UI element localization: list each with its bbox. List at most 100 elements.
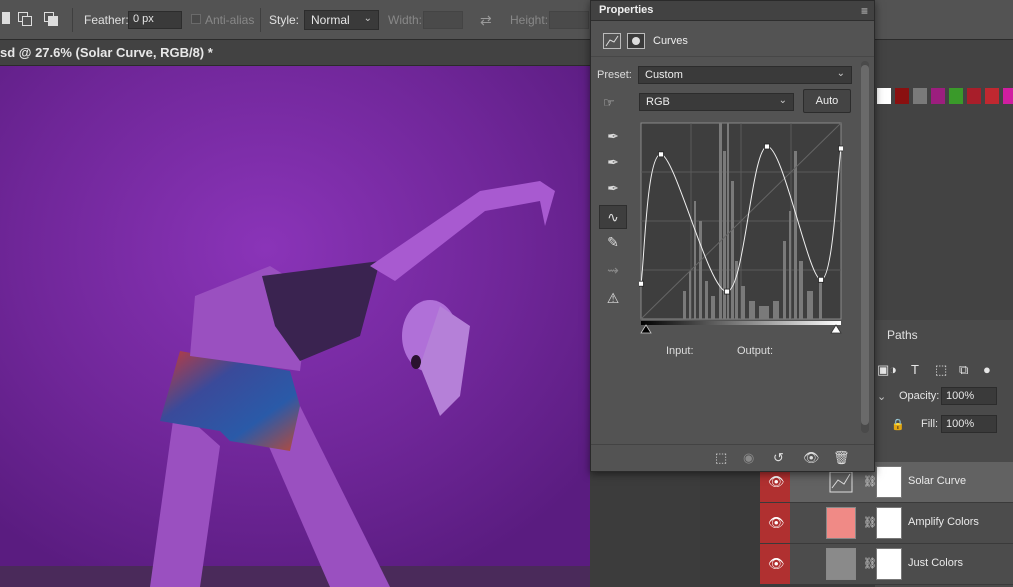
feather-label: Feather: — [84, 13, 129, 27]
canvas-image — [0, 66, 590, 587]
lock-pixels-icon[interactable]: ▣ — [877, 362, 889, 378]
output-label: Output: — [737, 345, 774, 357]
width-label: Width: — [388, 13, 423, 27]
layer-name: Just Colors — [908, 557, 964, 569]
channel-value: RGB — [646, 96, 670, 108]
layer-mask-thumbnail[interactable] — [876, 466, 902, 498]
mask-link-icon[interactable]: ⛓ — [863, 516, 877, 529]
mask-icon[interactable] — [627, 33, 645, 49]
type-filter-icon[interactable]: T — [911, 362, 919, 377]
swatch-crimson[interactable] — [985, 88, 999, 104]
mask-link-icon[interactable]: ⛓ — [863, 475, 877, 488]
layer-visibility-toggle[interactable]: 👁 — [760, 544, 790, 584]
eye-icon: 👁 — [768, 556, 785, 571]
layer-mask-thumbnail[interactable] — [876, 548, 902, 580]
adjustment-filter-icon[interactable]: ◑ — [889, 362, 897, 377]
reset-icon[interactable]: ↺ — [773, 450, 784, 466]
properties-scrollbar-thumb[interactable] — [861, 65, 869, 425]
gray-point-eyedropper-icon[interactable]: ✒ — [599, 151, 627, 175]
feather-input[interactable]: 0 px — [128, 11, 182, 29]
opacity-label: Opacity: — [899, 390, 940, 402]
right-panel-area — [875, 40, 1013, 320]
curve-control-point[interactable] — [818, 276, 824, 283]
document-title: sd @ 27.6% (Solar Curve, RGB/8) * — [0, 45, 213, 60]
view-previous-state-icon[interactable]: ◉ — [743, 450, 754, 466]
draw-pencil-icon[interactable]: ✎ — [599, 231, 627, 255]
curve-control-point[interactable] — [658, 151, 664, 158]
layer-mask-thumbnail[interactable] — [876, 507, 902, 539]
opacity-input[interactable]: 100% — [941, 387, 997, 405]
curves-icon[interactable] — [603, 33, 621, 49]
curve-control-point[interactable] — [764, 143, 770, 150]
curve-control-point[interactable] — [638, 280, 644, 287]
swatches-panel — [875, 84, 1013, 110]
height-input[interactable] — [549, 11, 589, 29]
layer-visibility-toggle[interactable]: 👁 — [760, 503, 790, 543]
swatch-white[interactable] — [877, 88, 891, 104]
chevron-down-icon: ⌄ — [363, 13, 372, 24]
properties-header[interactable]: Properties ≡ — [591, 1, 874, 21]
lock-all-icon[interactable]: 🔒 — [891, 418, 905, 431]
layer-row-just-colors[interactable]: 👁 ⛓ Just Colors — [760, 544, 1013, 585]
eye-icon: 👁 — [768, 515, 785, 530]
layer-name: Amplify Colors — [908, 516, 979, 528]
style-select-value: Normal — [311, 13, 350, 27]
swatch-magenta[interactable] — [931, 88, 945, 104]
fill-layer-thumbnail — [826, 507, 856, 539]
document-tab[interactable]: sd @ 27.6% (Solar Curve, RGB/8) * — [0, 40, 590, 66]
swatch-dark-red[interactable] — [895, 88, 909, 104]
fill-input[interactable]: 100% — [941, 415, 997, 433]
layer-name: Solar Curve — [908, 475, 967, 487]
layer-row-amplify-colors[interactable]: 👁 ⛓ Amplify Colors — [760, 503, 1013, 544]
swatch-pink[interactable] — [1003, 88, 1013, 104]
new-selection-icon[interactable] — [2, 12, 16, 26]
black-point-eyedropper-icon[interactable]: ✒ — [599, 125, 627, 149]
preset-select[interactable]: Custom ⌄ — [638, 66, 852, 84]
input-label: Input: — [666, 345, 694, 357]
fill-label: Fill: — [921, 418, 939, 430]
curve-control-point[interactable] — [724, 288, 730, 295]
mask-link-icon[interactable]: ⛓ — [863, 557, 877, 570]
white-point-slider[interactable] — [830, 324, 842, 334]
panel-menu-icon[interactable]: ≡ — [861, 4, 868, 18]
antialias-label: Anti-alias — [205, 13, 255, 27]
preset-label: Preset: — [597, 69, 632, 81]
clip-to-layer-icon[interactable]: ⬚ — [715, 450, 727, 466]
black-point-slider[interactable] — [640, 324, 652, 334]
eye-icon: 👁 — [768, 474, 785, 489]
antialias-checkbox[interactable] — [191, 14, 201, 24]
curve-control-point[interactable] — [838, 145, 844, 152]
target-adjustment-icon[interactable]: ☞ — [603, 95, 615, 111]
white-point-eyedropper-icon[interactable]: ✒ — [599, 177, 627, 201]
channel-select[interactable]: RGB ⌄ — [639, 93, 794, 111]
style-select[interactable]: Normal ⌄ — [304, 10, 379, 30]
properties-panel: Properties ≡ Curves Preset: Custom ⌄ ☞ R… — [590, 0, 875, 472]
width-input[interactable] — [423, 11, 463, 29]
fill-layer-thumbnail — [826, 548, 856, 580]
height-label: Height: — [510, 13, 549, 27]
toolbar-divider — [260, 8, 261, 32]
properties-title: Properties — [599, 4, 654, 16]
properties-subheader: Curves — [591, 27, 874, 57]
shape-filter-icon[interactable]: ⬚ — [935, 362, 947, 378]
add-to-selection-icon[interactable] — [18, 12, 32, 26]
edit-points-curve-icon[interactable]: ∿ — [599, 205, 627, 229]
properties-footer: ⬚ ◉ ↺ 👁 🗑 — [591, 444, 874, 471]
adjustment-name: Curves — [653, 35, 688, 47]
swatch-green[interactable] — [949, 88, 963, 104]
swap-width-height-icon[interactable]: ⇄ — [480, 12, 492, 29]
filter-toggle-icon[interactable]: ● — [983, 362, 991, 377]
trash-icon[interactable]: 🗑 — [833, 450, 850, 466]
clipping-warning-icon[interactable]: ⚠ — [599, 287, 627, 311]
smooth-curve-icon[interactable]: ⇝ — [599, 259, 627, 283]
smart-object-filter-icon[interactable]: ⧉ — [959, 362, 968, 378]
visibility-eye-icon[interactable]: 👁 — [803, 450, 820, 466]
subtract-from-selection-icon[interactable] — [44, 12, 58, 26]
blend-chevron-icon[interactable]: ⌄ — [877, 390, 886, 403]
swatch-gray[interactable] — [913, 88, 927, 104]
tab-paths[interactable]: Paths — [887, 328, 918, 342]
image-canvas[interactable] — [0, 66, 590, 587]
curves-graph[interactable] — [638, 121, 844, 339]
auto-button[interactable]: Auto — [803, 89, 851, 113]
swatch-red[interactable] — [967, 88, 981, 104]
